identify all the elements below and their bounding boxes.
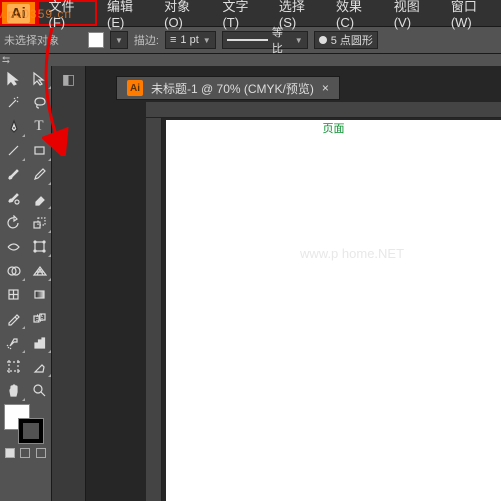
lasso-tool[interactable] — [26, 90, 52, 114]
watermark-center: www.p home.NET — [300, 246, 404, 261]
stroke-label: 描边: — [134, 32, 159, 48]
slice-tool[interactable] — [26, 354, 52, 378]
fill-dropdown[interactable]: ▼ — [110, 31, 128, 49]
draw-modes — [0, 446, 51, 460]
draw-inside[interactable] — [36, 448, 46, 458]
panel-collapse-bar: ⮀ — [0, 54, 501, 66]
line-tool[interactable] — [0, 138, 26, 162]
width-tool[interactable] — [0, 234, 26, 258]
options-bar: 未选择对象 ▼ 描边: ≡1 pt▼ 等比▼ 5 点圆形 — [0, 26, 501, 54]
ruler-horizontal[interactable] — [146, 102, 501, 118]
scale-tool[interactable] — [26, 210, 52, 234]
selection-tool[interactable] — [0, 66, 26, 90]
pen-tool[interactable] — [0, 114, 26, 138]
page-guide-label: 页面 — [323, 120, 345, 136]
document-title: 未标题-1 @ 70% (CMYK/预览) — [151, 80, 314, 97]
symbol-sprayer-tool[interactable] — [0, 330, 26, 354]
menu-type[interactable]: 文字(T) — [212, 0, 268, 26]
fill-swatch[interactable] — [88, 32, 104, 48]
artboard-tool[interactable] — [0, 354, 26, 378]
stroke-width-field[interactable]: ≡1 pt▼ — [165, 31, 216, 49]
type-tool[interactable]: T — [26, 114, 52, 138]
no-selection-label: 未选择对象 — [4, 32, 82, 48]
line-preview-icon — [227, 39, 268, 41]
rotate-tool[interactable] — [0, 210, 26, 234]
panel-icon[interactable]: ◧ — [52, 66, 85, 92]
direct-selection-tool[interactable] — [26, 66, 52, 90]
ruler-vertical[interactable] — [146, 118, 162, 501]
watermark-overlay: 可乐软件网 www.pc0359.cn — [0, 0, 90, 24]
magic-wand-tool[interactable] — [0, 90, 26, 114]
gradient-tool[interactable] — [26, 282, 52, 306]
dot-icon — [319, 36, 327, 44]
blend-tool[interactable] — [26, 306, 52, 330]
paintbrush-tool[interactable] — [0, 162, 26, 186]
panel-dock: ◧ — [52, 66, 86, 501]
artboard-canvas[interactable]: 页面 www.p home.NET — [166, 120, 501, 501]
menu-view[interactable]: 视图(V) — [384, 0, 441, 26]
eraser-tool[interactable] — [26, 186, 52, 210]
mesh-tool[interactable] — [0, 282, 26, 306]
blob-brush-tool[interactable] — [0, 186, 26, 210]
menu-edit[interactable]: 编辑(E) — [97, 0, 154, 26]
menu-object[interactable]: 对象(O) — [154, 0, 212, 26]
free-transform-tool[interactable] — [26, 234, 52, 258]
ai-file-icon: Ai — [127, 80, 143, 96]
expand-icon[interactable]: ⮀ — [2, 55, 10, 66]
rectangle-tool[interactable] — [26, 138, 52, 162]
column-graph-tool[interactable] — [26, 330, 52, 354]
draw-behind[interactable] — [20, 448, 30, 458]
document-tab[interactable]: Ai 未标题-1 @ 70% (CMYK/预览) × — [116, 76, 340, 100]
perspective-grid-tool[interactable] — [26, 258, 52, 282]
close-tab-icon[interactable]: × — [322, 81, 329, 95]
draw-normal[interactable] — [5, 448, 15, 458]
pencil-tool[interactable] — [26, 162, 52, 186]
menu-select[interactable]: 选择(S) — [269, 0, 326, 26]
document-area: Ai 未标题-1 @ 70% (CMYK/预览) × 页面 www.p home… — [86, 66, 501, 501]
brush-preset[interactable]: 5 点圆形 — [314, 31, 378, 49]
color-controls — [0, 402, 51, 446]
hand-tool[interactable] — [0, 378, 26, 402]
menu-window[interactable]: 窗口(W) — [441, 0, 501, 26]
shape-builder-tool[interactable] — [0, 258, 26, 282]
stroke-profile[interactable]: 等比▼ — [222, 31, 308, 49]
toolbox: T — [0, 66, 52, 501]
eyedropper-tool[interactable] — [0, 306, 26, 330]
zoom-tool[interactable] — [26, 378, 52, 402]
stroke-color[interactable] — [18, 418, 44, 444]
menu-effect[interactable]: 效果(C) — [326, 0, 384, 26]
